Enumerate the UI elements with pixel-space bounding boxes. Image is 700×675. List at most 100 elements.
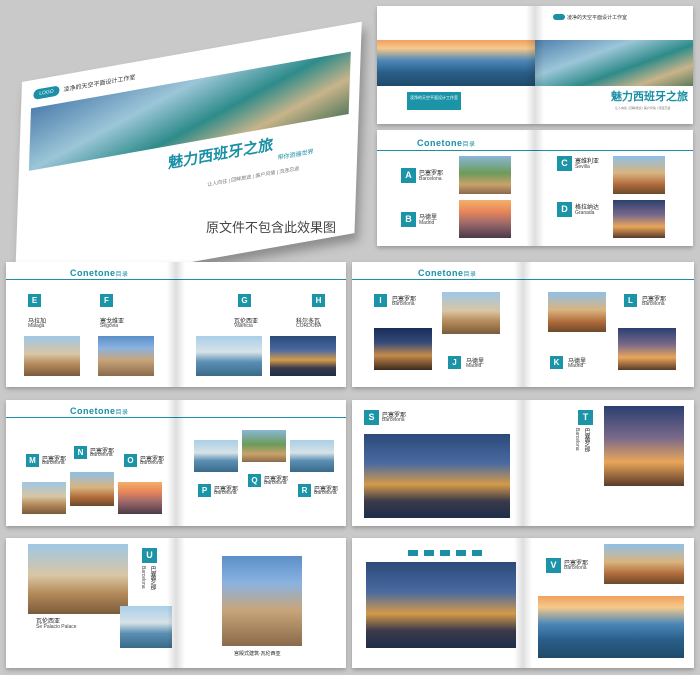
- st-badge-t: T: [578, 410, 593, 425]
- v-badge: V: [546, 558, 561, 573]
- u-photo-city: [28, 544, 128, 614]
- toc1-c-en: Sevilla: [575, 164, 590, 170]
- toc2-g-en: Valencia: [234, 323, 253, 329]
- cover-logo: LOGO: [33, 85, 60, 101]
- toc2-h-photo: [270, 336, 336, 376]
- toc4-n-photo: [70, 472, 114, 506]
- toc3-heading: Conetone目录: [418, 268, 477, 278]
- toc4-badge-r: R: [298, 484, 311, 497]
- u-photo-harbor: [120, 606, 172, 648]
- toc4-o-en: Barcelona: [140, 460, 163, 466]
- st-s-photo: [364, 434, 510, 518]
- toc1-b-en: Madrid: [419, 220, 435, 226]
- toc2-badge-e: E: [28, 294, 41, 307]
- toc2-badge-f: F: [100, 294, 113, 307]
- toc3-badge-l: L: [624, 294, 637, 307]
- u-en: Barcelona: [140, 566, 146, 589]
- toc2-g-photo: [196, 336, 262, 376]
- toc4-p-photo: [194, 440, 238, 472]
- spread-toc-a-d: Conetone目录 A 巴塞罗那 Barcelona B 马德里 Madrid…: [377, 130, 693, 246]
- toc2-heading: Conetone目录: [70, 268, 129, 278]
- spread-toc-m-r: Conetone目录 M 巴塞罗那 Barcelona N 巴塞罗那 Barce…: [6, 400, 346, 526]
- toc3-l-photo: [548, 292, 606, 332]
- u-place-en: Se Palacio Palace: [36, 624, 77, 630]
- st-badge-s: S: [364, 410, 379, 425]
- toc4-badge-q: Q: [248, 474, 261, 487]
- cover-page: LOGO 凌净的天空平面设计工作室 魅力西班牙之旅 带你游遍世界 让人向往 | …: [14, 21, 362, 294]
- toc1-badge-c: C: [557, 156, 572, 171]
- toc1-d-en: Granada: [575, 210, 595, 216]
- v-dot-row: [408, 550, 482, 556]
- toc3-k-photo: [618, 328, 676, 370]
- toc4-n-en: Barcelona: [90, 452, 113, 458]
- toc2-badge-g: G: [238, 294, 251, 307]
- spread-toc-e-h: Conetone目录 E 马拉加 Malaga F 塞戈维亚 Segovia G…: [6, 262, 346, 387]
- toc2-f-photo: [98, 336, 154, 376]
- st-t-photo: [604, 406, 684, 486]
- toc4-badge-m: M: [26, 454, 39, 467]
- toc4-r-photo: [290, 440, 334, 472]
- spread1-studio: 凌净的天空平面设计工作室: [567, 15, 628, 21]
- st-t-en: Barcelona: [574, 428, 580, 451]
- notice-text: 原文件不包含此效果图: [206, 221, 337, 236]
- cover-studio: 凌净的天空平面设计工作室: [63, 74, 136, 94]
- v-photo-plaza: [604, 544, 684, 584]
- toc3-l-en: Barcelona: [642, 301, 665, 307]
- spread1-logo: [553, 14, 565, 20]
- toc4-m-photo: [22, 482, 66, 514]
- spread1-caption: 凌净的天空平面设计工作室: [410, 95, 458, 100]
- toc4-rule: [6, 417, 346, 418]
- u-photo-tower: [222, 556, 302, 646]
- toc3-rule: [352, 279, 694, 280]
- toc2-e-photo: [24, 336, 80, 376]
- toc2-f-en: Segovia: [100, 323, 119, 329]
- toc3-badge-i: I: [374, 294, 387, 307]
- u-badge: U: [142, 548, 157, 563]
- spread1-title: 魅力西班牙之旅: [611, 91, 688, 103]
- toc4-badge-p: P: [198, 484, 211, 497]
- toc2-h-en: CORDOBA: [296, 323, 322, 329]
- toc1-rule: [377, 150, 693, 151]
- v-en: Barcelona: [564, 565, 587, 571]
- toc1-a-photo: [459, 156, 511, 194]
- spread1-photo-left: [377, 40, 535, 86]
- toc1-a-en: Barcelona: [419, 176, 442, 182]
- cover-subtitle: 带你游遍世界: [277, 149, 314, 162]
- toc3-badge-k: K: [550, 356, 563, 369]
- toc3-i-photo-2: [374, 328, 432, 370]
- st-s-en: Barcelona: [382, 417, 405, 423]
- toc1-heading: Conetone目录: [417, 138, 476, 148]
- v-photo-sea: [538, 596, 684, 658]
- toc1-d-photo: [613, 200, 665, 238]
- toc1-badge-d: D: [557, 202, 572, 217]
- spread-v: V 巴塞罗那 Barcelona: [352, 538, 694, 668]
- spread-s-t: S 巴塞罗那 Barcelona T 巴塞罗那 Barcelona: [352, 400, 694, 526]
- toc1-b-photo: [459, 200, 511, 238]
- toc4-o-photo: [118, 482, 162, 514]
- toc3-j-en: Madrid: [466, 363, 482, 369]
- toc4-heading: Conetone目录: [70, 406, 129, 416]
- spread-cover-open: 凌净的天空平面设计工作室 凌净的天空平面设计工作室 魅力西班牙之旅 让人向往 |…: [377, 6, 693, 124]
- cover-tagline: 让人向往 | 回眸旅途 | 美户风情 | 流连忘返: [207, 165, 300, 189]
- toc3-badge-j: J: [448, 356, 461, 369]
- spread-toc-i-l: Conetone目录 I 巴塞罗那 Barcelona J 马德里 Madrid…: [352, 262, 694, 387]
- toc3-i-photo-1: [442, 292, 500, 334]
- u-caption: 宫殿式建筑·瓦伦西亚: [234, 651, 281, 657]
- cover-book: LOGO 凌净的天空平面设计工作室 魅力西班牙之旅 带你游遍世界 让人向往 | …: [14, 20, 362, 294]
- toc4-m-en: Barcelona: [42, 460, 65, 466]
- toc2-badge-h: H: [312, 294, 325, 307]
- v-photo-bridge: [366, 562, 516, 648]
- st-t-cn: 巴塞罗那: [583, 428, 589, 452]
- spread1-photo-right: [535, 40, 693, 86]
- toc1-c-photo: [613, 156, 665, 194]
- spread-u: U 巴塞罗那 Barcelona 瓦伦西亚 Se Palacio Palace …: [6, 538, 346, 668]
- toc1-badge-a: A: [401, 168, 416, 183]
- toc2-e-en: Malaga: [28, 323, 45, 329]
- toc1-badge-b: B: [401, 212, 416, 227]
- toc4-badge-o: O: [124, 454, 137, 467]
- toc4-badge-n: N: [74, 446, 87, 459]
- toc3-k-en: Madrid: [568, 363, 584, 369]
- toc2-rule: [6, 279, 346, 280]
- toc4-p-en: Barcelona: [214, 490, 237, 496]
- toc3-i-en: Barcelona: [392, 301, 415, 307]
